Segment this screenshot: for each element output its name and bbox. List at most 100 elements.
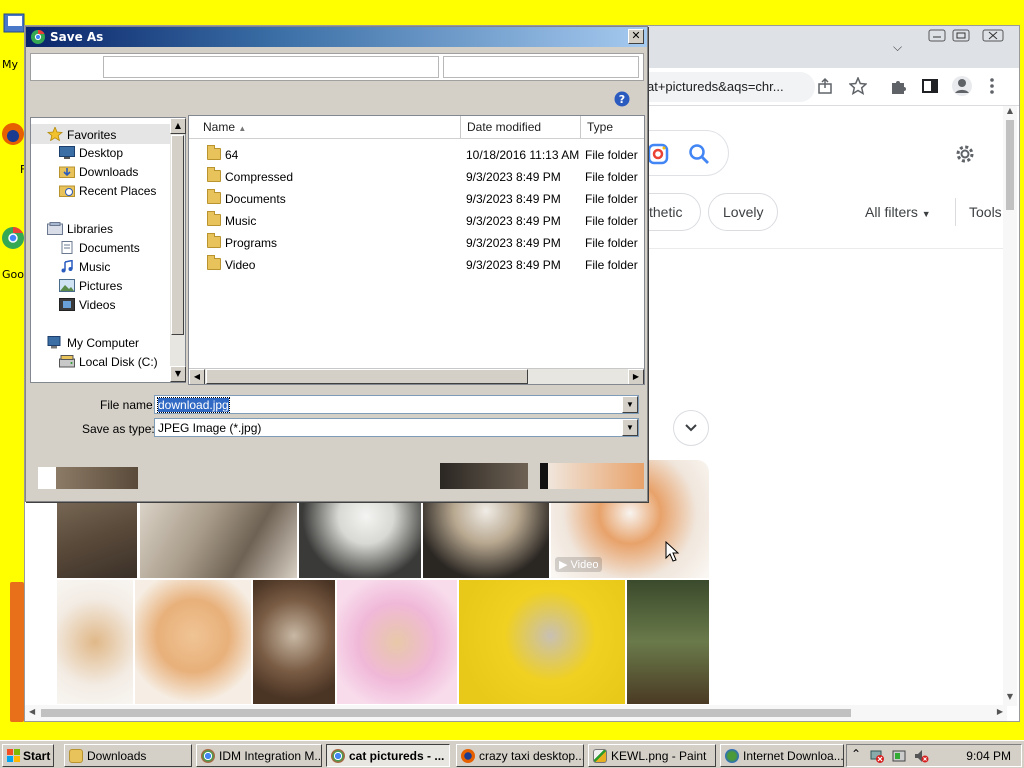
scroll-right-arrow[interactable]: ▶: [997, 707, 1003, 716]
save-as-type-dropdown-button[interactable]: ▼: [622, 419, 638, 436]
taskbar-clock[interactable]: 9:04 PM: [966, 749, 1011, 763]
desktop-icon-orange[interactable]: [10, 582, 24, 722]
file-row-64[interactable]: 64 10/18/2016 11:13 AM File folder: [189, 144, 644, 166]
scroll-up-arrow[interactable]: ▲: [1003, 106, 1017, 120]
start-label: Start: [23, 749, 51, 763]
network-error-icon[interactable]: [869, 748, 885, 764]
close-window-button[interactable]: [979, 28, 1007, 44]
taskbar-item-cat-pictureds[interactable]: cat pictureds - ...: [326, 744, 450, 767]
scroll-left-arrow[interactable]: ◀: [29, 707, 35, 716]
image-thumbnail[interactable]: [627, 580, 709, 704]
side-panel-icon[interactable]: [921, 77, 941, 97]
file-date: 9/3/2023 8:49 PM: [466, 236, 561, 250]
nav-item-downloads[interactable]: Downloads: [59, 165, 138, 179]
paint-icon: [593, 749, 607, 763]
bookmark-star-icon[interactable]: [848, 76, 869, 97]
nav-item-pictures[interactable]: Pictures: [59, 279, 122, 293]
music-icon: [59, 259, 75, 273]
file-list-horizontal-scrollbar[interactable]: ◀ ▶: [189, 368, 644, 384]
taskbar-item-crazy-taxi[interactable]: crazy taxi desktop...: [456, 744, 584, 767]
nav-label: Pictures: [79, 279, 123, 293]
desktop-icon-firefox[interactable]: [0, 120, 26, 163]
save-as-type-select[interactable]: JPEG Image (*.jpg) ▼: [154, 418, 639, 437]
desktop-icon-my-documents[interactable]: [0, 12, 26, 61]
desktop-icon-chrome[interactable]: [0, 222, 26, 265]
filter-chip-lovely[interactable]: Lovely: [708, 193, 778, 231]
nav-label: Videos: [79, 298, 116, 312]
extensions-icon[interactable]: [889, 77, 909, 97]
scroll-left-arrow[interactable]: ◀: [189, 369, 205, 384]
search-magnifier-icon[interactable]: [688, 143, 710, 168]
settings-gear-icon[interactable]: [953, 142, 977, 169]
image-thumbnail[interactable]: [459, 580, 625, 704]
nav-item-local-disk[interactable]: Local Disk (C:): [59, 355, 158, 369]
image-thumbnail[interactable]: [57, 580, 133, 704]
scroll-down-arrow[interactable]: ▼: [1003, 692, 1017, 706]
column-header-name[interactable]: Name ▲: [189, 116, 461, 138]
nav-vertical-scrollbar[interactable]: ▲ ▼: [170, 117, 186, 383]
folder-icon: [207, 189, 221, 204]
dialog-title-bar[interactable]: Save As ✕: [26, 27, 647, 47]
file-row-music[interactable]: Music 9/3/2023 8:49 PM File folder: [189, 210, 644, 232]
scroll-thumb[interactable]: [1006, 120, 1014, 210]
dialog-title: Save As: [50, 30, 104, 44]
image-thumbnail[interactable]: [253, 580, 335, 704]
hard-drive-icon: [59, 355, 75, 368]
dialog-address-bar[interactable]: [30, 53, 644, 81]
image-thumbnail[interactable]: [135, 580, 251, 704]
expand-related-button[interactable]: [673, 410, 709, 446]
restore-button[interactable]: [947, 28, 975, 44]
page-vertical-scrollbar[interactable]: ▲ ▼: [1003, 106, 1017, 706]
folder-icon: [207, 255, 221, 270]
nav-label: My Computer: [67, 336, 140, 350]
all-filters-button[interactable]: All filters ▼: [865, 204, 931, 220]
dialog-close-button[interactable]: ✕: [628, 29, 644, 44]
scroll-thumb[interactable]: [171, 135, 184, 335]
nav-item-recent-places[interactable]: Recent Places: [59, 184, 156, 198]
file-name-dropdown-button[interactable]: ▼: [622, 396, 638, 413]
nav-item-videos[interactable]: Videos: [59, 298, 115, 312]
file-name-input[interactable]: download.jpg ▼: [154, 395, 639, 414]
more-menu-icon[interactable]: [987, 77, 1007, 97]
taskbar-item-label: KEWL.png - Paint: [611, 749, 707, 763]
column-header-date-modified[interactable]: Date modified: [461, 116, 581, 138]
tray-expand-icon[interactable]: ⌃: [851, 747, 861, 761]
file-row-documents[interactable]: Documents 9/3/2023 8:49 PM File folder: [189, 188, 644, 210]
scroll-right-arrow[interactable]: ▶: [628, 369, 644, 384]
nav-item-favorites[interactable]: Favorites: [46, 125, 116, 142]
search-field[interactable]: [443, 56, 639, 78]
lens-camera-icon[interactable]: [647, 143, 669, 168]
battery-icon[interactable]: [891, 748, 907, 764]
folder-icon: [3, 13, 25, 33]
taskbar-item-paint[interactable]: KEWL.png - Paint: [588, 744, 716, 767]
nav-item-libraries[interactable]: Libraries: [47, 222, 113, 236]
file-row-compressed[interactable]: Compressed 9/3/2023 8:49 PM File folder: [189, 166, 644, 188]
scroll-up-arrow[interactable]: ▲: [170, 118, 186, 134]
file-row-video[interactable]: Video 9/3/2023 8:49 PM File folder: [189, 254, 644, 276]
nav-item-music[interactable]: Music: [59, 259, 110, 274]
nav-item-documents[interactable]: Documents: [59, 241, 140, 255]
address-bar-text[interactable]: at+pictureds&aqs=chr...: [647, 79, 784, 94]
volume-muted-icon[interactable]: [913, 748, 929, 764]
scroll-thumb[interactable]: [206, 369, 528, 384]
pictures-icon: [59, 279, 75, 292]
help-icon[interactable]: ?: [614, 91, 630, 110]
share-icon[interactable]: [817, 77, 837, 97]
page-horizontal-scrollbar[interactable]: ◀ ▶: [25, 705, 1007, 721]
tools-button[interactable]: Tools: [969, 204, 1002, 220]
image-thumbnail[interactable]: [337, 580, 457, 704]
profile-avatar-icon[interactable]: [951, 75, 972, 96]
nav-item-desktop[interactable]: Desktop: [59, 146, 123, 160]
column-header-type[interactable]: Type: [581, 116, 644, 138]
nav-item-my-computer[interactable]: My Computer: [47, 336, 139, 350]
file-row-programs[interactable]: Programs 9/3/2023 8:49 PM File folder: [189, 232, 644, 254]
image-thumbnail: [540, 463, 644, 489]
start-button[interactable]: Start: [2, 744, 54, 767]
taskbar-item-label: Internet Downloa...: [743, 749, 844, 763]
taskbar-item-downloads[interactable]: Downloads: [64, 744, 192, 767]
taskbar-item-idm-integration[interactable]: IDM Integration M...: [196, 744, 322, 767]
scroll-down-arrow[interactable]: ▼: [170, 366, 186, 382]
tab-search-chevron-icon[interactable]: ⌵: [893, 40, 902, 55]
scroll-thumb[interactable]: [41, 709, 851, 717]
taskbar-item-internet-download-manager[interactable]: Internet Downloa...: [720, 744, 844, 767]
